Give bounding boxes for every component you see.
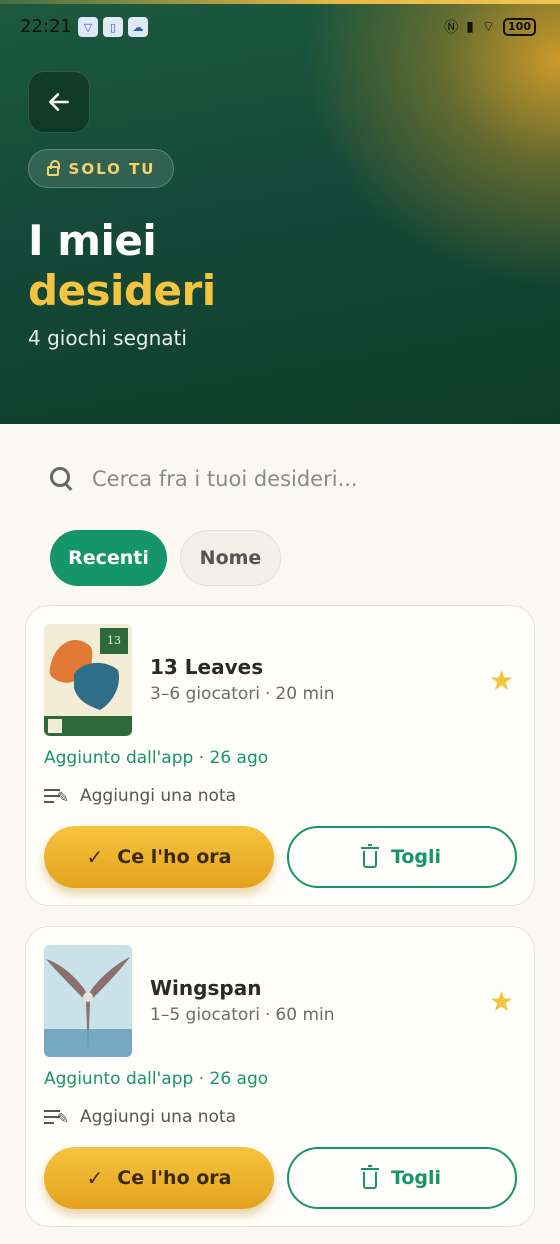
game-name[interactable]: 13 Leaves bbox=[150, 655, 263, 679]
sort-chip-name[interactable]: Nome bbox=[180, 530, 281, 586]
status-time: 22:21 bbox=[20, 16, 72, 37]
top-accent-line bbox=[0, 0, 560, 4]
vibrate-icon: ▮ bbox=[466, 19, 474, 35]
added-info: Aggiunto dall'app · 26 ago bbox=[44, 748, 268, 768]
games-count: 4 giochi segnati bbox=[28, 326, 187, 350]
added-date: 26 ago bbox=[209, 1069, 269, 1089]
nfc-icon: Ⓝ bbox=[444, 20, 459, 36]
privacy-badge-label: SOLO TU bbox=[68, 159, 156, 178]
arrow-left-icon bbox=[49, 93, 69, 111]
separator-dot: · bbox=[265, 1005, 271, 1025]
remove-button[interactable]: Togli bbox=[287, 1147, 517, 1209]
svg-text:13: 13 bbox=[107, 634, 121, 647]
game-players: 1–5 giocatori bbox=[150, 1005, 260, 1025]
edit-note-icon bbox=[44, 1108, 69, 1127]
system-icons: Ⓝ ▮ ⌔ 100 bbox=[444, 17, 536, 37]
check-icon: ✓ bbox=[86, 1166, 104, 1190]
game-players: 3–6 giocatori bbox=[150, 684, 260, 704]
search-field[interactable]: Cerca fra i tuoi desideri... bbox=[44, 456, 524, 502]
own-now-button[interactable]: ✓ Ce l'ho ora bbox=[44, 1147, 274, 1209]
own-now-label: Ce l'ho ora bbox=[117, 846, 232, 868]
sort-chip-recent[interactable]: Recenti bbox=[50, 530, 167, 586]
game-name[interactable]: Wingspan bbox=[150, 976, 261, 1000]
search-icon bbox=[48, 465, 76, 493]
separator-dot: · bbox=[193, 1069, 210, 1089]
trash-icon bbox=[360, 843, 379, 868]
added-info: Aggiunto dall'app · 26 ago bbox=[44, 1069, 268, 1089]
edit-note-icon bbox=[44, 787, 69, 806]
notification-icons: ▽ ▯ ☁ bbox=[78, 17, 148, 37]
wishlist-card: 13 13 Leaves 3–6 giocatori · 20 min ★ Aggi… bbox=[25, 605, 535, 906]
lock-icon bbox=[46, 159, 60, 176]
phone-icon: ▯ bbox=[103, 17, 123, 37]
added-date: 26 ago bbox=[209, 748, 269, 768]
star-icon[interactable]: ★ bbox=[489, 664, 514, 697]
game-duration: 60 min bbox=[275, 1005, 335, 1025]
own-now-label: Ce l'ho ora bbox=[117, 1167, 232, 1189]
game-meta: 1–5 giocatori · 60 min bbox=[150, 1005, 335, 1025]
add-note-label: Aggiungi una nota bbox=[80, 786, 237, 806]
cover-art-leaves: 13 bbox=[44, 624, 132, 736]
cover-art-bird bbox=[44, 945, 132, 1057]
star-icon[interactable]: ★ bbox=[489, 985, 514, 1018]
remove-label: Togli bbox=[390, 1167, 442, 1189]
search-placeholder[interactable]: Cerca fra i tuoi desideri... bbox=[92, 467, 358, 491]
game-duration: 20 min bbox=[275, 684, 335, 704]
wishlist-card: Wingspan 1–5 giocatori · 60 min ★ Aggiunto… bbox=[25, 926, 535, 1227]
separator-dot: · bbox=[265, 684, 271, 704]
cloud-icon: ☁ bbox=[128, 17, 148, 37]
page-title-line1: I miei bbox=[28, 216, 157, 265]
header-hero: 22:21 ▽ ▯ ☁ Ⓝ ▮ ⌔ 100 SOLO TU I miei des… bbox=[0, 0, 560, 424]
added-source: Aggiunto dall'app bbox=[44, 748, 194, 768]
separator-dot: · bbox=[193, 748, 210, 768]
remove-label: Togli bbox=[390, 846, 442, 868]
back-button[interactable] bbox=[28, 71, 90, 133]
game-cover-image[interactable]: 13 bbox=[44, 624, 132, 736]
own-now-button[interactable]: ✓ Ce l'ho ora bbox=[44, 826, 274, 888]
game-cover-image[interactable] bbox=[44, 945, 132, 1057]
game-meta: 3–6 giocatori · 20 min bbox=[150, 684, 335, 704]
added-source: Aggiunto dall'app bbox=[44, 1069, 194, 1089]
remove-button[interactable]: Togli bbox=[287, 826, 517, 888]
battery-icon: 100 bbox=[503, 18, 536, 36]
wifi-icon: ⌔ bbox=[481, 19, 496, 35]
status-bar: 22:21 ▽ ▯ ☁ Ⓝ ▮ ⌔ 100 bbox=[0, 14, 560, 44]
add-note-button[interactable]: Aggiungi una nota bbox=[44, 1107, 236, 1127]
check-icon: ✓ bbox=[86, 845, 104, 869]
vpn-icon: ▽ bbox=[78, 17, 98, 37]
privacy-badge: SOLO TU bbox=[28, 149, 174, 188]
add-note-button[interactable]: Aggiungi una nota bbox=[44, 786, 236, 806]
add-note-label: Aggiungi una nota bbox=[80, 1107, 237, 1127]
trash-icon bbox=[360, 1164, 379, 1189]
page-title-line2: desideri bbox=[28, 266, 216, 315]
